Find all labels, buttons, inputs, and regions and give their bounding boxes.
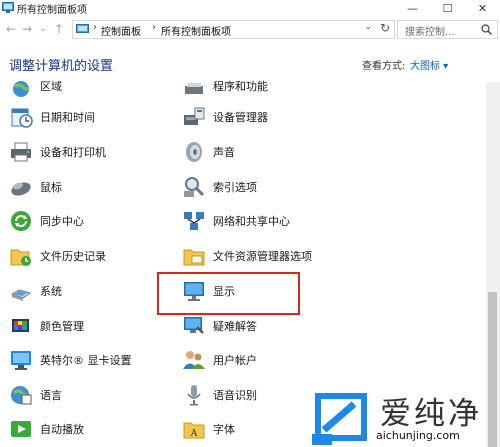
file-history-icon (10, 249, 31, 266)
item-label: 字体 (213, 423, 235, 436)
maximize-button[interactable]: ☐ (430, 0, 465, 16)
search-box[interactable]: 搜索控制... (397, 20, 498, 39)
search-icon[interactable] (481, 24, 492, 35)
breadcrumb-separator: › (93, 22, 97, 33)
item-label: 设备管理器 (213, 111, 268, 124)
item-label: 同步中心 (40, 215, 84, 228)
indexing-icon (184, 177, 205, 197)
item-color-management[interactable]: 颜色管理 (9, 311, 84, 341)
item-troubleshooting[interactable]: 疑难解答 (182, 311, 257, 341)
item-speech-recognition[interactable]: 语音识别 (182, 380, 257, 410)
system-icon (10, 289, 32, 301)
watermark-brand: 爱纯净 (380, 396, 482, 432)
item-label: 声音 (213, 146, 235, 159)
recent-locations-button[interactable]: ⌄ (36, 21, 50, 37)
item-mouse[interactable]: 鼠标 (9, 172, 62, 202)
watermark-url: aichunjing.com (376, 429, 460, 442)
item-label: 程序和功能 (213, 80, 268, 93)
address-bar[interactable]: › 控制面板 › 所有控制面板项 ⌄ ↻ (72, 20, 395, 39)
breadcrumb-control-panel[interactable]: 控制面板 (101, 23, 141, 38)
item-label: 文件历史记录 (40, 250, 106, 263)
mouse-icon (11, 182, 31, 196)
window-title: 所有控制面板项 (17, 5, 87, 16)
item-sound[interactable]: 声音 (182, 137, 235, 167)
item-label: 索引选项 (213, 181, 257, 194)
item-label: 疑难解答 (213, 320, 257, 333)
item-datetime[interactable]: 日期和时间 (9, 102, 95, 132)
item-label: 鼠标 (40, 181, 62, 194)
intel-graphics-icon (11, 351, 31, 370)
item-file-explorer-options[interactable]: 文件资源管理器选项 (182, 241, 312, 271)
datetime-icon (11, 108, 33, 128)
item-label: 系统 (40, 285, 62, 298)
control-panel-icon (76, 24, 89, 33)
language-icon (11, 386, 32, 405)
watermark-logo (312, 393, 367, 445)
item-language[interactable]: 语言 (9, 380, 62, 410)
item-device-manager[interactable]: 设备管理器 (182, 102, 268, 132)
view-by-dropdown[interactable]: 大图标 ▾ (410, 57, 448, 72)
item-label: 语音识别 (213, 389, 257, 402)
item-label: 区域 (40, 80, 62, 93)
color-management-icon (12, 319, 29, 332)
display-highlight-box (157, 272, 300, 315)
item-label: 颜色管理 (40, 320, 84, 333)
item-sync-center[interactable]: 同步中心 (9, 206, 84, 236)
title-bar: 所有控制面板项 — ☐ ✕ (0, 0, 500, 16)
item-fonts[interactable]: A 字体 (182, 414, 235, 444)
folder-options-icon (183, 249, 205, 266)
close-button[interactable]: ✕ (465, 0, 500, 16)
address-dropdown-button[interactable]: ⌄ (364, 22, 372, 32)
item-user-accounts[interactable]: 用户帐户 (182, 345, 257, 375)
item-label: 网络和共享中心 (213, 215, 290, 228)
item-system[interactable]: 系统 (9, 276, 62, 306)
control-panel-icon (2, 2, 14, 13)
autoplay-icon (11, 421, 31, 437)
svg-text:A: A (190, 429, 198, 439)
item-label: 日期和时间 (40, 111, 95, 124)
minimize-button[interactable]: — (395, 0, 430, 16)
item-label: 语言 (40, 389, 62, 402)
watermark: 爱纯净 aichunjing.com (310, 392, 500, 447)
device-manager-icon (184, 107, 205, 125)
item-network-sharing[interactable]: 网络和共享中心 (182, 206, 290, 236)
item-indexing[interactable]: 索引选项 (182, 172, 257, 202)
item-label: 文件资源管理器选项 (213, 250, 312, 263)
item-intel-graphics[interactable]: 英特尔® 显卡设置 (9, 345, 132, 375)
forward-button[interactable]: → (20, 21, 34, 37)
item-label: 英特尔® 显卡设置 (40, 354, 132, 367)
speech-icon (187, 385, 201, 406)
refresh-button[interactable]: ↻ (380, 21, 390, 35)
navigation-bar: ← → ⌄ ↑ › 控制面板 › 所有控制面板项 ⌄ ↻ 搜索控制... (0, 19, 500, 40)
region-icon (13, 81, 29, 97)
sound-icon (186, 142, 202, 162)
fonts-icon: A (183, 422, 205, 439)
up-button[interactable]: ↑ (52, 21, 66, 37)
breadcrumb-all-items[interactable]: 所有控制面板项 (161, 23, 231, 38)
troubleshooting-icon (184, 317, 204, 334)
programs-icon (185, 83, 203, 94)
sync-icon (11, 211, 31, 231)
item-label: 设备和打印机 (40, 146, 106, 159)
user-accounts-icon (183, 351, 205, 369)
view-by-label: 查看方式: (362, 61, 406, 72)
item-autoplay[interactable]: 自动播放 (9, 414, 84, 444)
item-region[interactable]: 区域 (9, 71, 62, 101)
item-file-history[interactable]: 文件历史记录 (9, 241, 106, 271)
network-icon (184, 212, 204, 230)
search-input[interactable]: 搜索控制... (405, 23, 455, 38)
item-programs-features[interactable]: 程序和功能 (182, 71, 268, 101)
item-label: 自动播放 (40, 423, 84, 436)
back-button[interactable]: ← (4, 21, 18, 37)
breadcrumb-separator: › (152, 22, 156, 33)
item-devices-printers[interactable]: 设备和打印机 (9, 137, 106, 167)
printer-icon (11, 142, 31, 162)
item-label: 用户帐户 (213, 354, 257, 367)
